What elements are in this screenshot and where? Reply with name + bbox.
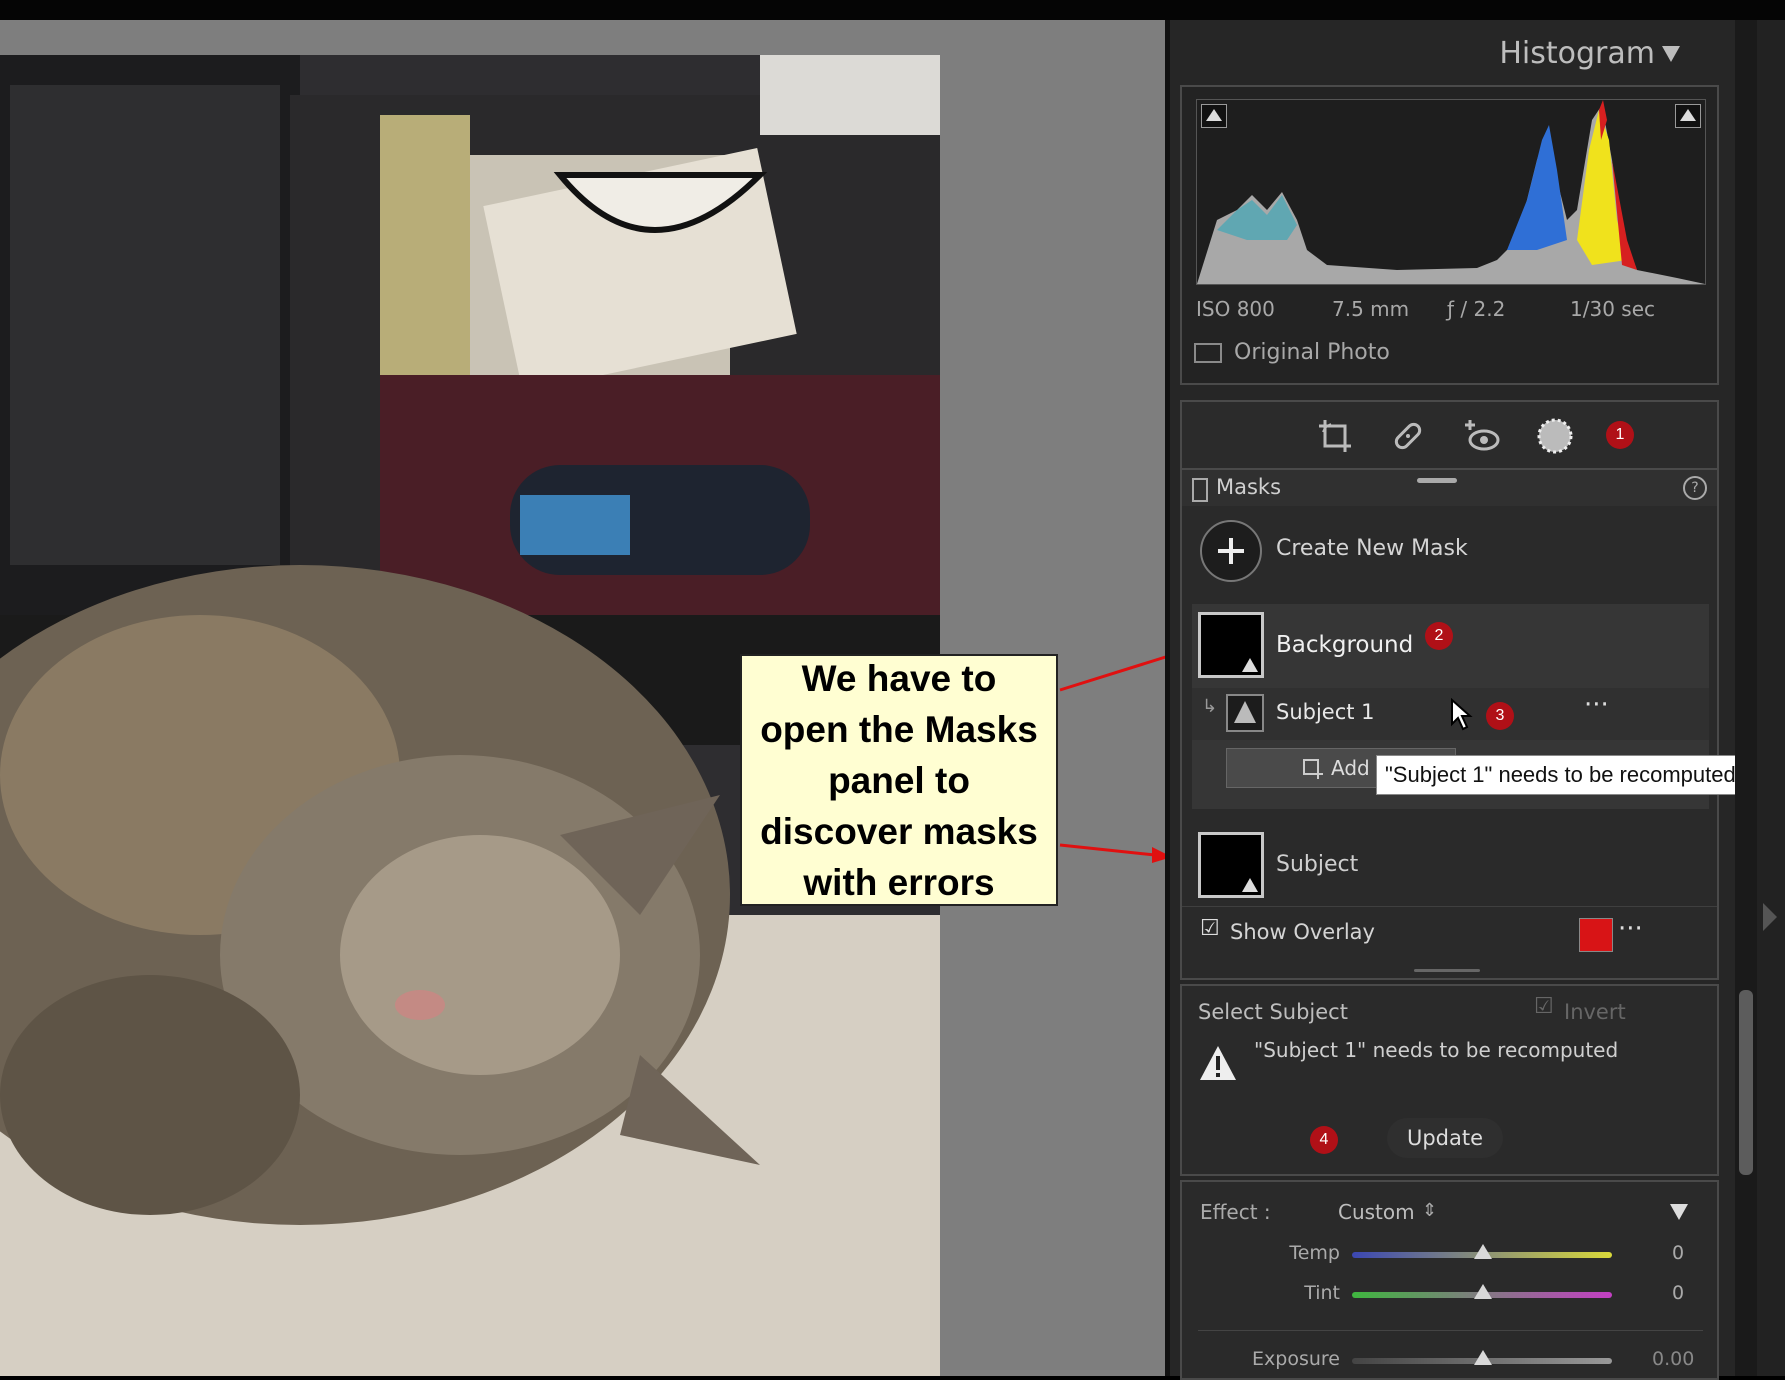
create-mask-button[interactable] [1200,520,1262,582]
right-edge-strip [1757,20,1785,1376]
step-badge-1: 1 [1606,421,1634,449]
exposure-label: Exposure [1252,1348,1340,1370]
mask-label-subject-1: Subject 1 [1276,700,1375,724]
masks-title: Masks [1216,475,1282,499]
effect-panel: Effect : Custom ⇕ Temp 0 Tint 0 Exposure… [1180,1180,1719,1380]
collapse-triangle-icon[interactable] [1670,1204,1688,1220]
exif-focal-length: 7.5 mm [1332,297,1410,321]
masks-header[interactable]: Masks ? [1180,470,1719,506]
step-badge-3: 3 [1486,702,1514,730]
tint-value[interactable]: 0 [1672,1282,1684,1304]
shadow-clipping-icon[interactable] [1201,104,1227,128]
masking-icon[interactable] [1535,416,1575,456]
collapse-triangle-icon[interactable] [1662,46,1680,62]
expand-panel-triangle-icon[interactable] [1763,903,1777,931]
right-panel: Histogram ISO 800 7.5 mm ƒ / 2.2 1/30 se… [1170,20,1735,1380]
masks-panel: Create New Mask Background 2 ↳ Subject 1… [1180,506,1719,980]
red-eye-icon[interactable] [1462,416,1502,456]
resize-grip-icon[interactable] [1414,969,1480,972]
step-badge-2: 2 [1425,622,1453,650]
tint-label: Tint [1304,1282,1340,1304]
exif-shutter: 1/30 sec [1570,297,1655,321]
recompute-tooltip: "Subject 1" needs to be recomputed [1376,755,1778,795]
mask-thumbnail-subject[interactable] [1198,832,1264,898]
mask-label-background: Background [1276,632,1414,658]
select-subject-title: Select Subject [1198,1000,1348,1024]
help-icon[interactable]: ? [1683,476,1707,500]
show-overlay-checkbox-icon[interactable]: ☑ [1200,916,1220,941]
healing-icon[interactable] [1388,416,1428,456]
temp-value[interactable]: 0 [1672,1242,1684,1264]
warning-icon [1242,878,1258,892]
tool-strip: 1 [1180,400,1719,470]
mask-label-subject[interactable]: Subject [1276,852,1358,877]
invert-label: Invert [1564,1000,1626,1024]
crop-icon[interactable] [1315,416,1355,456]
exif-aperture: ƒ / 2.2 [1447,297,1506,321]
histogram-title[interactable]: Histogram [1499,36,1655,71]
warning-icon [1242,658,1258,672]
temp-label: Temp [1289,1242,1340,1264]
tint-slider-handle[interactable] [1474,1284,1492,1299]
original-photo-label: Original Photo [1234,340,1390,365]
highlight-clipping-icon[interactable] [1675,104,1701,128]
effect-preset-select[interactable]: Custom [1338,1200,1415,1224]
divider [1182,906,1717,907]
mask-thumbnail[interactable] [1198,612,1264,678]
mask-item-subject-1[interactable]: ↳ Subject 1 3 ··· [1192,688,1709,740]
original-photo-toggle[interactable]: Original Photo [1194,340,1390,365]
component-thumbnail[interactable] [1226,694,1264,732]
exposure-slider-handle[interactable] [1474,1350,1492,1365]
exposure-value[interactable]: 0.00 [1652,1348,1694,1370]
add-mask-icon [1303,759,1323,779]
invert-checkbox-icon[interactable]: ☑ [1534,994,1554,1019]
exif-iso: ISO 800 [1196,297,1275,321]
sub-item-arrow-icon: ↳ [1202,696,1218,717]
mouse-cursor-icon [1451,698,1473,731]
update-button[interactable]: Update [1387,1118,1503,1158]
temp-slider-handle[interactable] [1474,1244,1492,1259]
overlay-options-icon[interactable]: ··· [1618,914,1643,944]
recompute-warning-text: "Subject 1" needs to be recomputed [1254,1038,1619,1062]
checkbox-icon[interactable] [1194,342,1222,363]
step-badge-4: 4 [1310,1126,1338,1154]
window-top-bar [0,0,1785,20]
divider [1198,1330,1703,1331]
select-subject-panel: Select Subject ☑ Invert "Subject 1" need… [1180,984,1719,1176]
histogram-panel: ISO 800 7.5 mm ƒ / 2.2 1/30 sec Original… [1180,85,1719,385]
resize-grip-icon[interactable] [1417,478,1457,483]
more-options-icon[interactable]: ··· [1584,690,1609,720]
annotation-callout: We have to open the Masks panel to disco… [740,654,1058,906]
warning-icon [1200,1046,1236,1080]
scrollbar-thumb[interactable] [1739,990,1753,1175]
show-overlay-label: Show Overlay [1230,920,1375,944]
effect-label: Effect : [1200,1200,1271,1224]
overlay-color-swatch[interactable] [1579,918,1613,952]
panel-toggle-icon[interactable] [1192,478,1208,502]
warning-icon [1234,701,1256,723]
panel-scrollbar[interactable] [1735,20,1757,1376]
select-arrows-icon[interactable]: ⇕ [1422,1200,1437,1221]
histogram-graph[interactable] [1196,99,1706,285]
create-new-mask-label[interactable]: Create New Mask [1276,536,1468,561]
add-button-label: Add [1331,756,1370,780]
